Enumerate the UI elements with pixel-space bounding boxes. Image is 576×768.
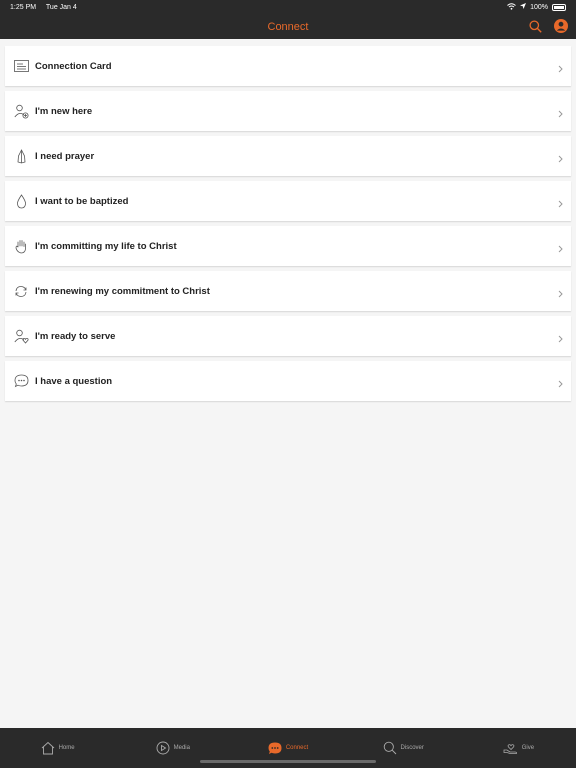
page-title: Connect (267, 20, 309, 33)
status-bar: 1:25 PM Tue Jan 4 100% (0, 0, 576, 14)
chevron-right-icon (558, 195, 563, 213)
chevron-right-icon (558, 330, 563, 348)
home-icon (41, 741, 54, 755)
give-icon (503, 744, 517, 754)
tab-label: Discover (400, 745, 424, 751)
chevron-right-icon (558, 240, 563, 258)
tab-home[interactable]: Home (0, 728, 115, 768)
search-button[interactable] (527, 18, 543, 34)
chat-bubble-icon (13, 373, 29, 389)
list-item-need-prayer[interactable]: I need prayer (5, 136, 571, 176)
tab-label: Media (173, 745, 190, 751)
refresh-icon (13, 283, 29, 299)
list-item-label: Connection Card (35, 60, 112, 72)
battery-icon (552, 3, 566, 11)
list-item-committing-life[interactable]: I'm committing my life to Christ (5, 226, 571, 266)
tab-label: Give (521, 745, 535, 751)
chevron-right-icon (558, 105, 563, 123)
chevron-right-icon (558, 150, 563, 168)
water-drop-icon (13, 193, 29, 209)
chevron-right-icon (558, 375, 563, 393)
list-item-connection-card[interactable]: Connection Card (5, 46, 571, 86)
search-icon (528, 19, 542, 33)
battery-percent: 100% (530, 3, 548, 11)
person-add-icon (13, 103, 29, 119)
location-icon (520, 3, 527, 11)
list-item-label: I'm renewing my commitment to Christ (35, 285, 210, 297)
status-date: Tue Jan 4 (45, 3, 77, 11)
profile-icon (554, 19, 568, 33)
praying-hands-icon (13, 148, 29, 164)
list-item-label: I'm committing my life to Christ (35, 240, 177, 252)
connect-list: Connection Card I'm new here I need pray… (5, 46, 571, 406)
tab-give[interactable]: Give (461, 728, 576, 768)
list-item-label: I'm ready to serve (35, 330, 116, 342)
tab-label: Connect (285, 745, 309, 751)
list-item-label: I need prayer (35, 150, 95, 162)
status-time: 1:25 PM (10, 3, 37, 11)
list-item-new-here[interactable]: I'm new here (5, 91, 571, 131)
profile-button[interactable] (553, 18, 569, 34)
search-icon (383, 741, 396, 755)
play-icon (156, 741, 170, 755)
nav-bar: Connect (0, 14, 576, 39)
wifi-icon (507, 2, 516, 12)
chevron-right-icon (558, 60, 563, 78)
raised-hand-icon (13, 238, 29, 254)
tab-label: Home (58, 745, 75, 751)
list-item-baptized[interactable]: I want to be baptized (5, 181, 571, 221)
list-item-label: I'm new here (35, 105, 93, 117)
card-icon (13, 58, 29, 74)
list-item-label: I want to be baptized (35, 195, 129, 207)
chevron-right-icon (558, 285, 563, 303)
list-item-label: I have a question (35, 375, 113, 387)
list-item-have-question[interactable]: I have a question (5, 361, 571, 401)
list-item-ready-to-serve[interactable]: I'm ready to serve (5, 316, 571, 356)
person-heart-icon (13, 328, 29, 344)
home-indicator (200, 760, 376, 763)
list-item-renewing-commitment[interactable]: I'm renewing my commitment to Christ (5, 271, 571, 311)
chat-icon (268, 742, 282, 754)
